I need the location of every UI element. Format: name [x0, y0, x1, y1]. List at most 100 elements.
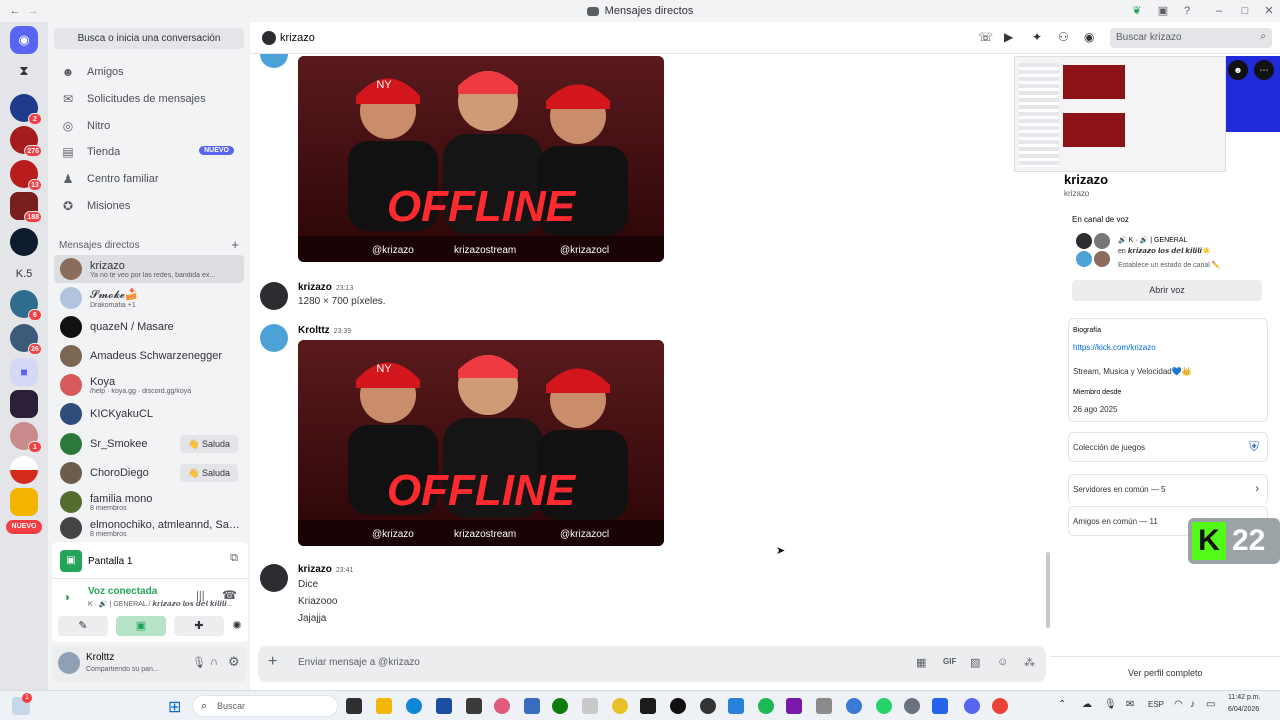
microphone-icon[interactable]: 🎙	[1104, 699, 1117, 710]
home-button[interactable]: ◉	[10, 26, 38, 54]
onenote-icon[interactable]	[786, 698, 802, 714]
taskbar-search[interactable]: ⌕ Buscar	[192, 695, 338, 717]
nav-friends[interactable]: ☻ Amigos	[54, 60, 244, 84]
server-k5[interactable]: K.5	[10, 260, 38, 288]
server-7[interactable]: 26	[10, 324, 42, 355]
add-dm-icon[interactable]: +	[231, 238, 239, 251]
screen-share-button[interactable]: ▣	[116, 616, 166, 636]
gif-icon[interactable]: GIF	[943, 657, 956, 666]
add-attachment-icon[interactable]: +	[268, 653, 277, 671]
help-icon[interactable]: ?	[1180, 4, 1194, 18]
soundboard-button[interactable]: ✺	[228, 616, 246, 636]
dm-item[interactable]: elmonochiko, atmleannd, Sanc... 8 miembro…	[54, 516, 244, 540]
find-conversation-button[interactable]: Busca o inicia una conversación	[54, 28, 244, 49]
dm-item[interactable]: quazeN / Masare	[54, 313, 244, 341]
server-2[interactable]: 276	[10, 126, 42, 157]
volume-icon[interactable]: ♪	[1190, 699, 1195, 710]
battery-icon[interactable]: ▭	[1206, 699, 1215, 710]
sticker-icon[interactable]: ▧	[970, 656, 980, 669]
app-icon[interactable]	[436, 698, 452, 714]
activities-button[interactable]: ✚	[174, 616, 224, 636]
whatsapp-icon[interactable]	[876, 698, 892, 714]
dm-item[interactable]: ChoroDiego 👋 Saluda	[54, 459, 244, 487]
dm-item[interactable]: Sr_Smokee 👋 Saluda	[54, 430, 244, 458]
message-author[interactable]: krizazo 23:13	[298, 282, 353, 293]
gift-icon[interactable]: ▦	[916, 656, 926, 669]
minimize-icon[interactable]: –	[1212, 4, 1226, 18]
settings-gear-icon[interactable]: ⚙	[228, 654, 240, 670]
app-icon[interactable]	[932, 698, 948, 714]
avatar[interactable]	[260, 564, 288, 592]
nav-quests[interactable]: ✪ Misiones	[54, 194, 244, 218]
wave-button[interactable]: 👋 Saluda	[180, 435, 238, 453]
close-icon[interactable]: ✕	[1262, 4, 1276, 18]
start-button[interactable]: ⊞	[168, 697, 181, 717]
app-icon[interactable]	[582, 698, 598, 714]
server-3[interactable]: 13	[10, 160, 42, 191]
dm-item[interactable]: Amadeus Schwarzenegger	[54, 342, 244, 370]
clock-date[interactable]: 6/04/2026	[1228, 706, 1259, 713]
tray-app-icon[interactable]: ☁	[1082, 699, 1092, 710]
view-full-profile-link[interactable]: Ver perfil completo	[1128, 668, 1203, 678]
headphones-icon[interactable]: ∩	[210, 656, 218, 668]
popout-icon[interactable]: ⧉	[230, 552, 238, 565]
app-icon[interactable]	[466, 698, 482, 714]
dm-item[interactable]: familia mono 8 miembros	[54, 488, 244, 516]
wifi-icon[interactable]: ◠	[1174, 699, 1183, 710]
video-call-icon[interactable]: ▶	[1004, 30, 1013, 44]
server-4[interactable]: 188	[10, 192, 42, 223]
disconnect-icon[interactable]: ☎	[222, 588, 237, 602]
message-input[interactable]: Enviar mensaje a @krizazo	[298, 657, 420, 668]
store-icon[interactable]	[524, 698, 540, 714]
app-icon[interactable]	[640, 698, 656, 714]
avatar[interactable]	[260, 282, 288, 310]
nav-shop[interactable]: ▤ Tienda NUEVO	[54, 140, 244, 164]
scrollbar[interactable]	[1046, 552, 1050, 628]
voice-channel[interactable]: K · 🔊 | GENERAL / 𝙠𝙧𝙞𝙯𝙖𝙯𝙤 𝙡𝙤𝙨 𝙙𝙚𝙡 𝙠𝙞𝙡𝙞𝙡𝙞…	[88, 600, 234, 608]
more-options-icon[interactable]: ⋯	[1254, 60, 1274, 80]
profile-toggle-icon[interactable]: ◉	[1084, 30, 1094, 44]
game-collection-button[interactable]: Colección de juegos ⛨	[1068, 432, 1268, 462]
app-icon[interactable]	[612, 698, 628, 714]
nav-message-requests[interactable]: ✉ Solicitudes de mensajes	[54, 87, 244, 111]
recipient-name[interactable]: krizazo	[280, 32, 315, 44]
bio-link[interactable]: https://kick.com/krizazo	[1073, 343, 1156, 352]
search-input[interactable]: Buscar krizazo ⌕	[1110, 28, 1272, 48]
file-explorer-icon[interactable]	[376, 698, 392, 714]
task-view-icon[interactable]	[346, 698, 362, 714]
dm-item[interactable]: 𝓢𝓶𝓸𝓴𝓮🍰 Drakomafia +1	[54, 284, 244, 312]
edge-icon[interactable]	[406, 698, 422, 714]
nav-family-center[interactable]: ♟ Centro familiar	[54, 167, 244, 191]
server-folder[interactable]: ■	[10, 358, 38, 386]
inbox-icon[interactable]: ▣	[1156, 4, 1170, 18]
dm-item[interactable]: KICKyakuCL	[54, 400, 244, 428]
voice-status[interactable]: Voz conectada	[88, 586, 157, 597]
tray-chevron-icon[interactable]: ⌃	[1058, 699, 1066, 710]
profile-action-icon[interactable]: ☻	[1228, 60, 1248, 80]
app-icon[interactable]	[728, 698, 744, 714]
language-indicator[interactable]: ESP	[1148, 700, 1164, 709]
settings-gear-icon[interactable]	[904, 698, 920, 714]
app-icon[interactable]	[700, 698, 716, 714]
nav-nitro[interactable]: ◎ Nitro	[54, 114, 244, 138]
emoji-icon[interactable]: ☺	[997, 656, 1008, 668]
dm-item[interactable]: Koya/help · koya.gg · discord.gg/koya	[54, 371, 244, 399]
chrome-icon[interactable]	[992, 698, 1008, 714]
spotify-icon[interactable]	[758, 698, 774, 714]
add-friends-icon[interactable]: ⚇	[1058, 30, 1069, 44]
microphone-icon[interactable]: 🎙	[192, 656, 206, 669]
server-chile[interactable]	[10, 456, 38, 484]
video-off-button[interactable]: ✎	[58, 616, 108, 636]
message-author[interactable]: Krolttz 23:39	[298, 325, 351, 336]
app-icon[interactable]	[494, 698, 510, 714]
calculator-icon[interactable]	[816, 698, 832, 714]
apps-icon[interactable]: ⁂	[1024, 656, 1035, 669]
server-5[interactable]	[10, 228, 38, 256]
discord-icon[interactable]	[964, 698, 980, 714]
tray-app-icon[interactable]: ✉	[1126, 699, 1134, 710]
server-6[interactable]: 6	[10, 290, 42, 321]
avatar[interactable]	[58, 652, 80, 674]
nitro-leaf-icon[interactable]: ❦	[1130, 4, 1144, 18]
call-icon[interactable]: ☏	[978, 30, 993, 44]
server-10[interactable]	[10, 488, 38, 516]
